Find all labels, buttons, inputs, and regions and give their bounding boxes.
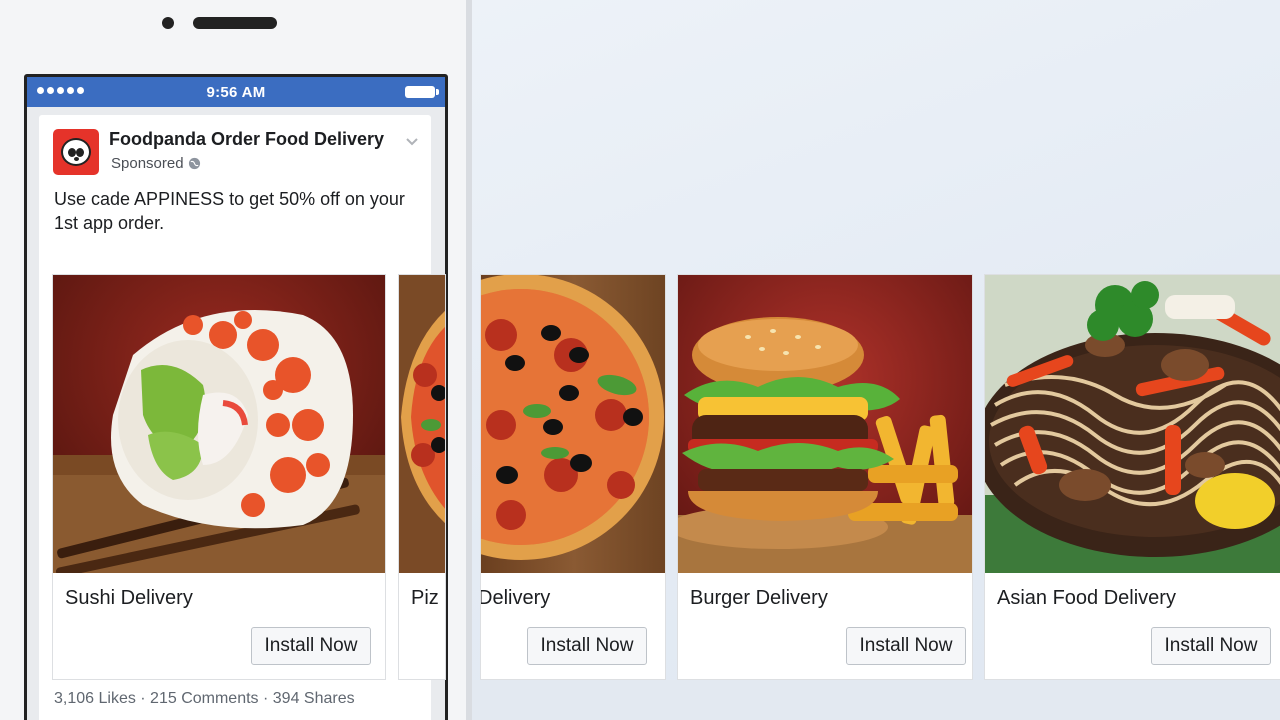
install-now-button[interactable]: Install Now — [527, 627, 647, 665]
sushi-image — [53, 275, 385, 573]
carousel-card-pizza[interactable]: Delivery Install Now — [480, 274, 666, 680]
engagement-stats[interactable]: 3,106 Likes · 215 Comments · 394 Shares — [54, 690, 355, 708]
phone-speaker — [193, 17, 277, 29]
install-now-button[interactable]: Install Now — [846, 627, 966, 665]
carousel-card-title: Asian Food Delivery — [997, 587, 1176, 609]
carousel-card-pizza-partial[interactable]: Piz — [398, 274, 446, 680]
carousel-card-title: Delivery — [480, 587, 551, 609]
sponsored-label: Sponsored — [111, 155, 201, 172]
panda-icon — [61, 138, 91, 166]
carousel-card-asian-food[interactable]: Asian Food Delivery Install Now — [984, 274, 1280, 680]
install-now-button[interactable]: Install Now — [1151, 627, 1271, 665]
burger-image — [678, 275, 972, 573]
battery-icon — [405, 86, 439, 98]
carousel-card-title-partial: Piz — [411, 587, 439, 609]
status-bar: 9:56 AM — [27, 77, 445, 107]
pizza-image — [399, 275, 445, 573]
globe-icon — [188, 157, 200, 170]
foodpanda-logo[interactable] — [53, 129, 99, 175]
chevron-down-icon[interactable] — [405, 137, 419, 147]
page-name[interactable]: Foodpanda Order Food Delivery — [109, 129, 384, 150]
pizza-image — [481, 275, 665, 573]
carousel-card-sushi[interactable]: Sushi Delivery Install Now — [52, 274, 386, 680]
carousel-card-title: Burger Delivery — [690, 587, 828, 609]
carousel-card-title: Sushi Delivery — [65, 587, 193, 609]
status-time: 9:56 AM — [206, 84, 266, 101]
install-now-button[interactable]: Install Now — [251, 627, 371, 665]
post-text: Use cade APPINESS to get 50% off on your… — [54, 189, 405, 233]
carousel-card-burger[interactable]: Burger Delivery Install Now — [677, 274, 973, 680]
sponsored-text: Sponsored — [111, 155, 184, 172]
phone-camera — [162, 17, 174, 29]
noodles-image — [985, 275, 1280, 573]
background-shelf — [472, 680, 1280, 720]
